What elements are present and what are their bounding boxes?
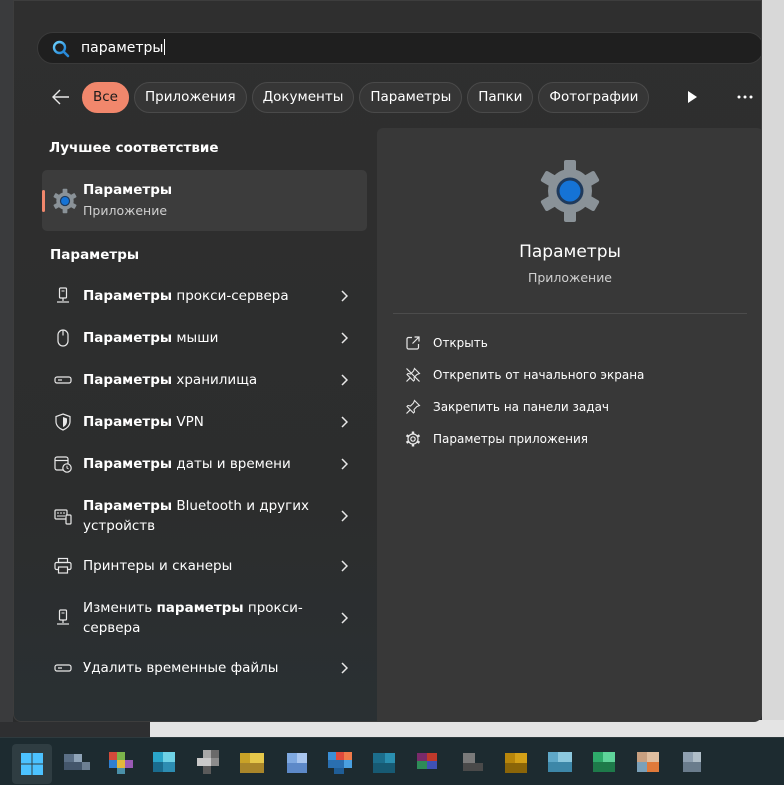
storage-icon [54,664,72,672]
taskbar-app-icon[interactable] [238,748,268,778]
settings-app-icon [53,188,77,214]
printer-icon [54,557,72,574]
back-arrow-icon[interactable] [51,87,71,107]
taskbar-app-icon[interactable] [502,748,532,778]
list-item-proxy-settings[interactable]: Параметры прокси-сервера [42,285,367,307]
action-label: Открыть [433,336,488,350]
pin-icon [406,399,421,414]
taskbar-app-icon[interactable] [150,748,180,778]
action-unpin-start[interactable]: Открепить от начального экрана [405,366,705,386]
storage-icon [54,376,72,384]
chip-photos[interactable]: Фотографии [538,82,650,113]
list-item-delete-temp-files[interactable]: Удалить временные файлы [42,657,367,679]
list-item-label: Удалить временные файлы [83,660,279,676]
best-match-title: Параметры [83,182,173,198]
play-icon[interactable] [685,89,699,105]
chevron-right-icon [341,374,348,386]
chip-folders[interactable]: Папки [467,82,534,113]
filter-chips: Все Приложения Документы Параметры Папки… [82,82,650,113]
taskbar-app-icon[interactable] [458,748,488,778]
taskbar-app-icon[interactable] [283,748,313,778]
chevron-right-icon [341,290,348,302]
action-label: Закрепить на панели задач [433,400,610,414]
proxy-icon [57,609,69,625]
desktop-background [0,722,150,737]
divider [393,313,747,314]
chevron-right-icon [341,560,348,572]
best-match-subtitle: Приложение [83,203,168,218]
preview-title: Параметры [519,242,621,262]
action-pin-taskbar[interactable]: Закрепить на панели задач [405,398,705,418]
search-input[interactable]: параметры [81,39,166,57]
action-app-settings[interactable]: Параметры приложения [405,430,705,450]
best-match-item[interactable]: Параметры Приложение [42,170,367,231]
list-item-mouse-settings[interactable]: Параметры мыши [42,327,367,349]
search-icon [52,40,70,58]
start-button[interactable] [12,744,52,784]
chip-all[interactable]: Все [82,82,129,113]
open-external-icon [406,336,420,350]
chip-apps[interactable]: Приложения [134,82,247,113]
more-options-icon[interactable] [735,93,755,101]
taskbar-app-icon[interactable] [106,748,136,778]
chevron-right-icon [341,458,348,470]
taskbar-app-icon[interactable] [370,748,400,778]
settings-heading: Параметры [50,247,140,263]
taskbar [0,737,784,785]
proxy-icon [57,287,69,303]
list-item-bluetooth-settings[interactable]: Параметры Bluetooth и других устройств [42,495,367,537]
selection-indicator [42,190,45,212]
list-item-label: Параметры хранилища [83,372,258,388]
calendar-clock-icon [54,456,72,473]
list-item-label: Параметры Bluetooth и других устройств [83,498,310,534]
taskbar-app-icon[interactable] [634,748,664,778]
chevron-right-icon [341,662,348,674]
taskbar-app-icon[interactable] [678,748,708,778]
taskbar-app-icon[interactable] [326,748,356,778]
list-item-label: Принтеры и сканеры [83,558,233,574]
list-item-datetime-settings[interactable]: Параметры даты и времени [42,453,367,475]
mouse-icon [57,329,69,347]
taskbar-app-icon[interactable] [414,748,444,778]
action-label: Параметры приложения [433,432,589,446]
list-item-change-proxy-settings[interactable]: Изменить параметры прокси-сервера [42,597,367,639]
best-match-heading: Лучшее соответствие [49,140,219,156]
settings-app-icon [540,160,600,222]
list-item-storage-settings[interactable]: Параметры хранилища [42,369,367,391]
gear-icon [405,431,421,447]
taskbar-app-icon[interactable] [546,748,576,778]
search-flyout: параметры Все Приложения Документы Парам… [13,0,762,722]
list-item-label: Параметры прокси-сервера [83,288,289,304]
list-item-label: Параметры VPN [83,414,204,430]
action-label: Открепить от начального экрана [433,368,645,382]
preview-subtitle: Приложение [527,270,613,285]
windows-logo-icon [21,753,43,775]
list-item-label: Параметры мыши [83,330,219,346]
background-window [762,0,784,737]
shield-icon [55,413,71,431]
list-item-label: Параметры даты и времени [83,456,291,472]
chip-documents[interactable]: Документы [251,82,355,113]
chevron-right-icon [341,510,348,522]
taskbar-app-icon[interactable] [590,748,620,778]
preview-pane: Параметры Приложение Открыть Открепить о… [377,128,761,721]
background-window [150,720,784,737]
list-item-label: Изменить параметры прокси-сервера [83,600,303,636]
chevron-right-icon [341,416,348,428]
screen: параметры Все Приложения Документы Парам… [0,0,784,785]
chevron-right-icon [341,612,348,624]
list-item-vpn-settings[interactable]: Параметры VPN [42,411,367,433]
unpin-icon [406,367,421,382]
chip-settings[interactable]: Параметры [359,82,463,113]
chevron-right-icon [341,332,348,344]
taskbar-app-icon[interactable] [62,748,92,778]
search-box[interactable]: параметры [37,32,761,64]
devices-icon [54,509,72,525]
taskbar-app-icon[interactable] [195,748,225,778]
list-item-printers[interactable]: Принтеры и сканеры [42,555,367,577]
action-open[interactable]: Открыть [405,334,705,354]
desktop-background [0,0,13,737]
